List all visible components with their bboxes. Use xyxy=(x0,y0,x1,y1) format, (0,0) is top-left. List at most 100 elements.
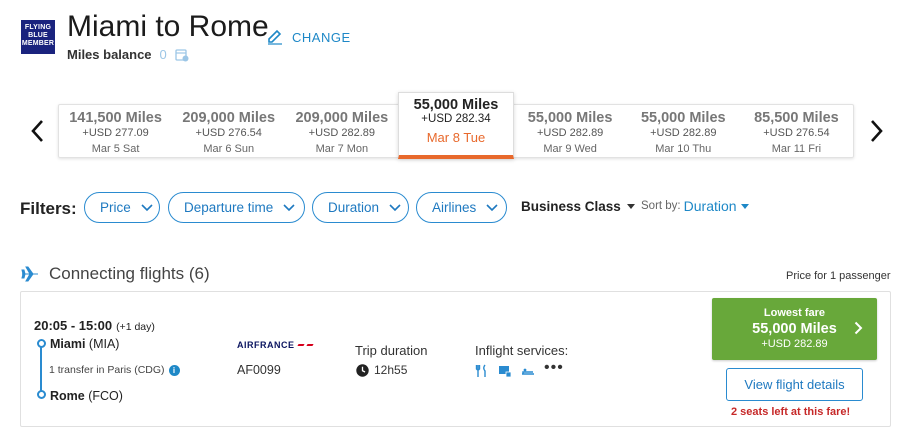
logo-line-2: BLUE xyxy=(28,32,48,39)
more-services-icon[interactable]: ••• xyxy=(544,359,564,377)
miles-balance: Miles balance 0 xyxy=(67,47,189,62)
date-day: Mar 9 Wed xyxy=(543,143,597,155)
chevron-down-icon xyxy=(141,203,153,211)
chevron-right-icon xyxy=(854,321,863,335)
sort-by-value: Duration xyxy=(683,198,737,214)
date-miles: 85,500 Miles xyxy=(754,110,839,126)
meal-icon xyxy=(475,364,486,377)
flight-time-range: 20:05 - 15:00 xyxy=(34,318,113,333)
filter-duration[interactable]: Duration xyxy=(312,192,409,223)
flying-blue-logo: FLYING BLUE MEMBER xyxy=(21,20,55,54)
date-miles: 141,500 Miles xyxy=(69,110,162,126)
origin-code: (MIA) xyxy=(88,337,120,351)
date-option[interactable]: 141,500 Miles +USD 277.09 Mar 5 Sat xyxy=(59,105,172,157)
filter-departure-time-label: Departure time xyxy=(184,200,274,215)
chevron-down-icon xyxy=(283,203,295,211)
destination-code: (FCO) xyxy=(88,389,123,403)
caret-down-icon xyxy=(740,203,749,209)
date-miles: 55,000 Miles xyxy=(527,110,613,126)
caret-down-icon xyxy=(626,204,635,209)
lowest-fare-button[interactable]: Lowest fare 55,000 Miles +USD 282.89 xyxy=(712,298,877,360)
date-option[interactable]: 209,000 Miles +USD 276.54 Mar 6 Sun xyxy=(172,105,285,157)
date-day: Mar 6 Sun xyxy=(203,143,255,155)
lowest-fare-miles: 55,000 Miles xyxy=(752,321,837,337)
air-france-logo: AIRFRANCE xyxy=(237,340,314,350)
date-usd: +USD 276.54 xyxy=(195,127,262,139)
filter-airlines-label: Airlines xyxy=(432,200,477,215)
date-day: Mar 11 Fri xyxy=(771,143,822,155)
pencil-icon xyxy=(268,29,282,45)
filter-airlines[interactable]: Airlines xyxy=(416,192,507,223)
filter-departure-time[interactable]: Departure time xyxy=(168,192,305,223)
inflight-services-label: Inflight services: xyxy=(475,343,569,358)
logo-line-1: FLYING xyxy=(24,24,52,31)
previous-dates-arrow-icon[interactable] xyxy=(28,118,48,144)
date-usd: +USD 277.09 xyxy=(82,127,149,139)
date-usd: +USD 282.89 xyxy=(650,127,717,139)
flight-times: 20:05 - 15:00 (+1 day) xyxy=(34,318,155,333)
date-option[interactable]: 209,000 Miles +USD 282.89 Mar 7 Mon xyxy=(285,105,398,157)
change-label: CHANGE xyxy=(292,29,351,45)
date-miles: 55,000 Miles xyxy=(413,97,499,113)
date-day: Mar 8 Tue xyxy=(426,130,486,145)
date-miles: 209,000 Miles xyxy=(182,110,276,126)
date-day: Mar 10 Thu xyxy=(655,143,712,155)
destination-city: Rome xyxy=(50,389,85,403)
plus-day: (+1 day) xyxy=(116,321,155,333)
change-search-button[interactable]: CHANGE xyxy=(266,28,351,46)
miles-balance-label: Miles balance xyxy=(67,47,152,62)
connecting-flights-title: Connecting flights (6) xyxy=(49,264,210,283)
date-day: Mar 5 Sat xyxy=(91,143,140,155)
origin: Miami (MIA) xyxy=(50,337,119,351)
inflight-services: ••• xyxy=(475,359,564,378)
date-miles: 55,000 Miles xyxy=(640,110,726,126)
trip-duration-label: Trip duration xyxy=(355,343,428,358)
next-dates-arrow-icon[interactable] xyxy=(866,118,886,144)
cabin-class-label: Business Class xyxy=(521,199,621,214)
lowest-fare-label: Lowest fare xyxy=(763,307,826,319)
page-title: Miami to Rome xyxy=(67,10,269,43)
chevron-down-icon xyxy=(486,203,498,211)
filters-label: Filters: xyxy=(20,199,77,218)
trip-duration: 12h55 xyxy=(356,363,407,377)
date-usd: +USD 282.89 xyxy=(308,127,376,139)
miles-calendar-icon[interactable] xyxy=(175,48,189,62)
lowest-fare-usd: +USD 282.89 xyxy=(761,338,828,350)
connecting-flights-heading: Connecting flights (6) xyxy=(21,264,210,284)
air-france-logo-text: AIRFRANCE xyxy=(237,340,295,350)
date-carousel: 141,500 Miles +USD 277.09 Mar 5 Sat 209,… xyxy=(58,92,854,159)
miles-balance-value: 0 xyxy=(159,47,167,62)
clock-icon xyxy=(356,363,369,377)
filter-duration-label: Duration xyxy=(328,200,380,215)
trip-duration-value: 12h55 xyxy=(374,363,408,377)
transfer-info: 1 transfer in Paris (CDG) i xyxy=(49,364,180,376)
logo-slash-mark xyxy=(305,344,314,346)
date-option-selected[interactable]: 55,000 Miles +USD 282.34 Mar 8 Tue xyxy=(398,92,514,159)
destination: Rome (FCO) xyxy=(50,389,123,403)
date-option[interactable]: 55,000 Miles +USD 282.89 Mar 10 Thu xyxy=(627,105,740,157)
date-option[interactable]: 85,500 Miles +USD 276.54 Mar 11 Fri xyxy=(740,105,853,157)
sort-by-label: Sort by: xyxy=(641,200,681,212)
entertainment-icon xyxy=(499,366,512,378)
view-flight-details-button[interactable]: View flight details xyxy=(726,368,863,401)
origin-dot xyxy=(37,339,46,348)
info-icon[interactable]: i xyxy=(168,364,180,376)
date-option[interactable]: 55,000 Miles +USD 282.89 Mar 9 Wed xyxy=(514,105,627,157)
cabin-class-dropdown[interactable]: Business Class xyxy=(521,199,635,214)
destination-dot xyxy=(37,390,46,399)
logo-line-3: MEMBER xyxy=(21,40,55,47)
filter-price[interactable]: Price xyxy=(84,192,160,223)
seats-left-warning: 2 seats left at this fare! xyxy=(731,406,851,418)
date-day: Mar 7 Mon xyxy=(315,143,369,155)
date-usd: +USD 276.54 xyxy=(763,127,830,139)
route-line xyxy=(40,343,42,395)
filter-price-label: Price xyxy=(100,200,131,215)
flight-result-card: 20:05 - 15:00 (+1 day) Miami (MIA) 1 tran… xyxy=(20,291,891,427)
transfer-text: 1 transfer in Paris (CDG) xyxy=(49,364,165,376)
date-usd: +USD 282.89 xyxy=(536,127,604,139)
sort-by: Sort by: Duration xyxy=(641,198,749,214)
sort-by-dropdown[interactable]: Duration xyxy=(684,198,749,214)
price-for-passenger: Price for 1 passenger xyxy=(786,270,891,282)
date-miles: 209,000 Miles xyxy=(295,110,389,126)
flat-bed-seat-icon xyxy=(522,368,534,375)
